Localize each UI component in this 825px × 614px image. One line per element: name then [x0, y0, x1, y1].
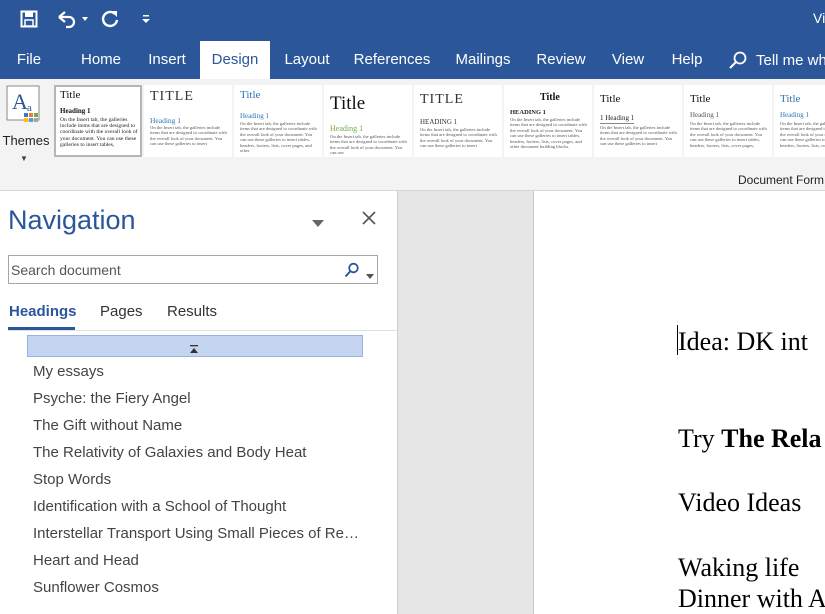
style-thumb-title: Title [690, 93, 711, 105]
style-set-thumbnail[interactable]: TITLE HEADING 1 On the Insert tab, the g… [414, 85, 502, 157]
document-formatting-group-label: Document Form [738, 173, 825, 187]
style-set-thumbnail[interactable]: Title Heading 1 On the Insert tab, the g… [774, 85, 825, 157]
style-thumb-heading: Heading 1 [150, 116, 182, 125]
style-thumb-body: On the Insert tab, the galleries include… [330, 134, 407, 156]
ribbon-tab-bar: File Home Insert Design Layout Reference… [0, 38, 825, 79]
window-title: Vi [813, 10, 825, 26]
style-thumb-body: On the Insert tab, the galleries include… [510, 117, 587, 150]
heading-item[interactable]: Stop Words [33, 471, 363, 488]
navigation-title: Navigation [8, 205, 136, 235]
nav-tab-headings[interactable]: Headings [9, 303, 77, 320]
search-icon[interactable] [344, 262, 360, 283]
close-icon[interactable] [361, 210, 377, 226]
document-line[interactable]: Try The Rela [678, 424, 822, 454]
tab-file[interactable]: File [0, 41, 58, 79]
style-thumb-body: On the Insert tab, the galleries include… [600, 125, 677, 147]
style-thumb-title: Title [330, 93, 366, 114]
style-thumb-heading: Heading 1 [330, 124, 364, 133]
nav-tab-results[interactable]: Results [167, 303, 217, 320]
document-bold-text: The Rela [721, 424, 822, 453]
customize-qat-icon[interactable] [138, 7, 154, 31]
style-thumb-title: Title [60, 89, 81, 101]
style-thumb-body: On the Insert tab, the galleries include… [60, 117, 138, 148]
tab-review[interactable]: Review [526, 41, 596, 79]
style-thumb-body: On the Insert tab, the galleries include… [690, 121, 767, 148]
style-thumb-heading: Heading 1 [690, 111, 719, 119]
heading-item[interactable]: Identification with a School of Thought [33, 498, 363, 515]
style-thumb-title: TITLE [150, 89, 194, 104]
heading-item[interactable]: The Gift without Name [33, 417, 363, 434]
lightbulb-icon [728, 50, 748, 70]
tab-view[interactable]: View [600, 41, 656, 79]
document-page[interactable]: Idea: DK int Try The Rela Video Ideas Wa… [534, 191, 825, 614]
heading-item[interactable]: The Relativity of Galaxies and Body Heat [33, 444, 363, 461]
tab-design[interactable]: Design [200, 41, 270, 79]
heading-item[interactable]: Heart and Head [33, 552, 363, 569]
style-thumb-heading: HEADING 1 [420, 118, 458, 126]
heading-item[interactable]: Psyche: the Fiery Angel [33, 390, 363, 407]
tab-references[interactable]: References [344, 41, 440, 79]
tell-me-search[interactable]: Tell me wh [728, 41, 825, 79]
style-thumb-title: Title [600, 93, 621, 105]
style-thumb-heading: Heading 1 [60, 107, 91, 115]
collapse-all-bar[interactable] [27, 335, 363, 357]
style-thumb-title: TITLE [420, 92, 464, 107]
undo-icon[interactable] [54, 7, 90, 31]
tab-layout[interactable]: Layout [274, 41, 340, 79]
document-background [398, 191, 533, 614]
chevron-down-icon: ▼ [20, 154, 28, 163]
tab-help[interactable]: Help [660, 41, 714, 79]
style-thumb-heading: Heading 1 [240, 112, 269, 120]
style-set-thumbnail[interactable]: Title HEADING 1 On the Insert tab, the g… [504, 85, 592, 157]
redo-icon[interactable] [98, 7, 122, 31]
save-icon[interactable] [17, 7, 41, 31]
search-box [8, 255, 378, 284]
themes-label: Themes [2, 133, 50, 148]
style-thumb-heading: 1 Heading 1 [600, 114, 635, 124]
style-thumb-body: On the Insert tab, the galleries include… [150, 125, 227, 147]
style-set-thumbnail[interactable]: Title Heading 1 On the Insert tab, the g… [684, 85, 772, 157]
style-set-thumbnail[interactable]: Title Heading 1 On the Insert tab, the g… [54, 85, 142, 157]
document-line[interactable]: Dinner with A [678, 584, 825, 614]
nav-tab-divider [8, 330, 397, 331]
themes-button[interactable]: A a Themes ▼ [0, 82, 52, 163]
nav-tab-pages[interactable]: Pages [100, 303, 143, 320]
title-bar: Vi [0, 0, 825, 38]
style-set-thumbnail[interactable]: Title Heading 1 On the Insert tab, the g… [234, 85, 322, 157]
navigation-pane: Navigation Headings Pages Results My ess… [0, 191, 397, 614]
collapse-up-icon [189, 341, 199, 359]
style-thumb-title: Title [780, 93, 801, 105]
heading-item[interactable]: Sunflower Cosmos [33, 579, 363, 596]
tab-insert[interactable]: Insert [138, 41, 196, 79]
document-line[interactable]: Video Ideas [678, 488, 801, 518]
style-set-thumbnail[interactable]: Title 1 Heading 1 On the Insert tab, the… [594, 85, 682, 157]
document-text: Try [678, 424, 722, 453]
style-set-thumbnail[interactable]: TITLE Heading 1 On the Insert tab, the g… [144, 85, 232, 157]
tell-me-label: Tell me wh [756, 51, 825, 69]
style-thumb-title: Title [240, 89, 261, 101]
design-ribbon: A a Themes ▼ Title Heading 1 On the Inse… [0, 79, 825, 191]
svg-text:a: a [27, 102, 32, 114]
style-set-gallery: Title Heading 1 On the Insert tab, the g… [54, 85, 825, 159]
document-line[interactable]: Idea: DK int [678, 327, 808, 357]
style-thumb-body: On the Insert tab, the galleries include… [420, 127, 497, 149]
tab-mailings[interactable]: Mailings [444, 41, 522, 79]
heading-item[interactable]: Interstellar Transport Using Small Piece… [33, 525, 363, 542]
tab-home[interactable]: Home [68, 41, 134, 79]
style-thumb-heading: Heading 1 [780, 111, 809, 119]
svg-text:A: A [12, 89, 28, 114]
style-set-thumbnail[interactable]: Title Heading 1 On the Insert tab, the g… [324, 85, 412, 157]
document-line[interactable]: Waking life [678, 553, 799, 583]
pane-options-icon[interactable] [311, 215, 325, 227]
style-thumb-heading: HEADING 1 [510, 109, 546, 116]
style-thumb-body: On the Insert tab, the galleries include… [240, 121, 317, 154]
heading-item[interactable]: My essays [33, 363, 363, 380]
chevron-down-icon[interactable] [366, 267, 374, 285]
style-thumb-title: Title [540, 92, 560, 103]
search-input[interactable] [11, 259, 331, 280]
style-thumb-body: On the Insert tab, the galleries include… [780, 121, 825, 148]
themes-icon: A a [6, 85, 44, 128]
